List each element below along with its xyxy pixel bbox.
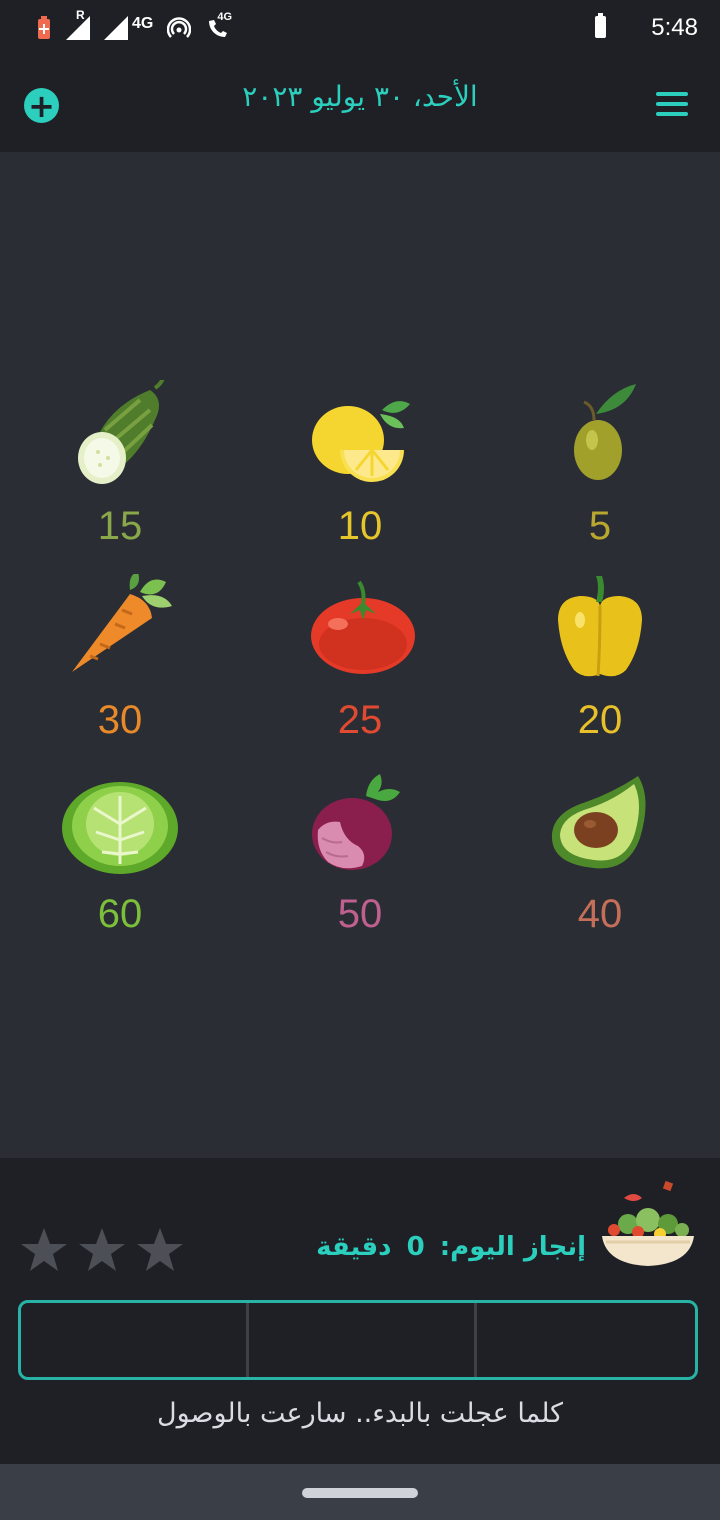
star-icon <box>79 1228 125 1271</box>
vegetable-value: 50 <box>337 892 383 936</box>
tomato-icon <box>311 580 415 674</box>
star-icon <box>137 1228 183 1271</box>
beetroot-icon <box>312 774 400 870</box>
avocado-icon <box>551 776 646 869</box>
battery-icon <box>595 13 606 38</box>
vegetable-value: 10 <box>337 504 383 548</box>
achievement-label: إنجاز اليوم: <box>439 1232 586 1262</box>
vegetable-carrot[interactable]: 30 <box>0 574 240 768</box>
volte-call-icon: 4G <box>205 11 232 41</box>
status-icons: R 4G 4G <box>36 8 232 44</box>
achievement-minutes: 0 <box>406 1232 425 1262</box>
lemon-icon <box>312 401 410 482</box>
plus-circle-icon[interactable]: + <box>24 88 59 123</box>
hotspot-icon <box>167 17 192 38</box>
progress-divider <box>474 1303 477 1377</box>
page-title: الأحد، ٣٠ يوليو ٢٠٢٣ <box>242 80 478 113</box>
vegetable-beetroot[interactable]: 50 <box>240 768 480 962</box>
vegetable-tomato[interactable]: 25 <box>240 574 480 768</box>
status-bar: R 4G 4G 5:48 <box>0 0 720 56</box>
achievement-panel: إنجاز اليوم: 0 دقيقة كلما عجلت بالبدء.. … <box>0 1158 720 1464</box>
achievement-text: إنجاز اليوم: 0 دقيقة <box>200 1232 586 1262</box>
network-4g-icon: 4G <box>132 15 154 32</box>
vegetable-cucumber[interactable]: 15 <box>0 380 240 574</box>
signal-roaming-icon: R <box>66 8 90 40</box>
vegetable-value: 15 <box>97 504 143 548</box>
achievement-unit: دقيقة <box>316 1232 392 1262</box>
home-gesture-handle[interactable] <box>302 1488 418 1498</box>
vegetable-olive[interactable]: 5 <box>480 380 720 574</box>
daily-progress-bar <box>18 1300 698 1380</box>
battery-saver-icon <box>38 16 50 39</box>
motto-text: كلما عجلت بالبدء.. سارعت بالوصول <box>156 1398 563 1429</box>
vegetable-lemon[interactable]: 10 <box>240 380 480 574</box>
status-time: 5:48 <box>651 14 698 41</box>
vegetable-value: 30 <box>97 698 143 742</box>
carrot-icon <box>72 574 172 672</box>
vegetable-cabbage[interactable]: 60 <box>0 768 240 962</box>
cucumber-icon <box>78 380 165 484</box>
olive-icon <box>574 384 636 480</box>
vegetable-bell-pepper[interactable]: 20 <box>480 574 720 768</box>
hamburger-menu-icon[interactable] <box>656 92 688 116</box>
signal-icon <box>104 16 128 40</box>
vegetable-value: 60 <box>97 892 143 936</box>
vegetable-value: 25 <box>337 698 383 742</box>
progress-divider <box>246 1303 249 1377</box>
vegetable-value: 5 <box>588 504 612 548</box>
bell-pepper-icon <box>558 576 642 677</box>
cabbage-icon <box>62 782 178 874</box>
vegetable-avocado[interactable]: 40 <box>480 768 720 962</box>
app-bar: + الأحد، ٣٠ يوليو ٢٠٢٣ <box>0 56 720 152</box>
vegetable-value: 40 <box>577 892 623 936</box>
star-rating <box>20 1226 184 1274</box>
system-nav-bar <box>0 1464 720 1520</box>
vegetable-value: 20 <box>577 698 623 742</box>
star-icon <box>21 1228 67 1271</box>
salad-bowl-icon <box>602 1180 694 1266</box>
